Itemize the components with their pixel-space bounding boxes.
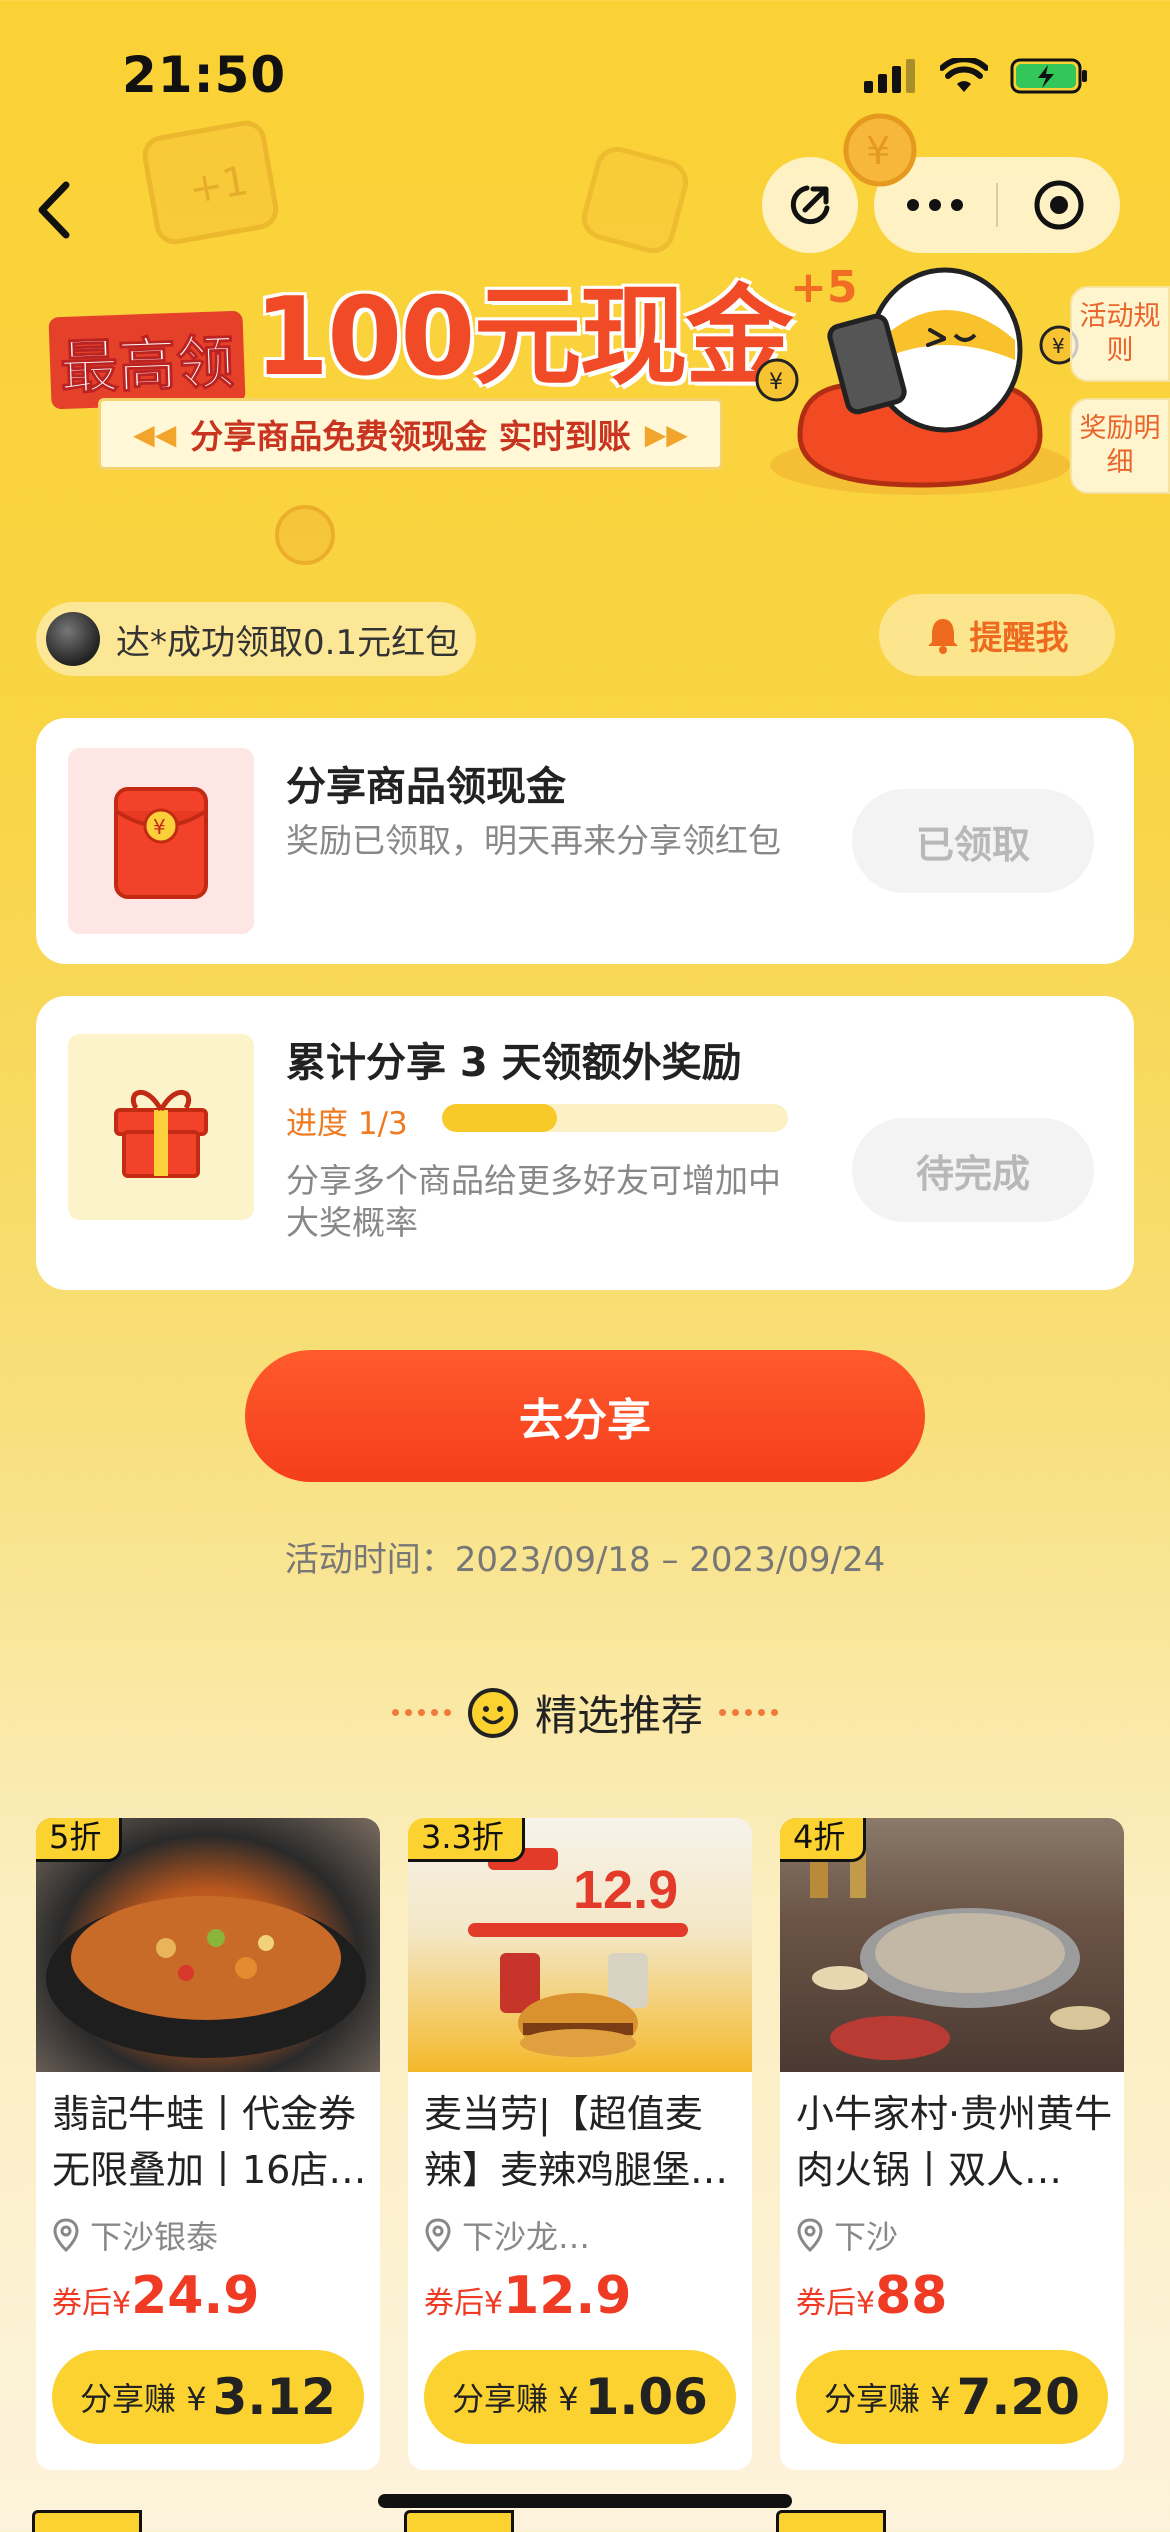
progress-bar bbox=[442, 1104, 788, 1132]
section-header: 精选推荐 bbox=[0, 1682, 1170, 1743]
product-name: 麦当劳|【超值麦辣】麦辣鸡腿堡… bbox=[424, 2092, 729, 2192]
target-icon bbox=[1034, 180, 1084, 230]
coin-top-icon: ¥ bbox=[843, 113, 917, 187]
chevron-left-icon bbox=[38, 181, 70, 239]
hero-title: 最高领 100元现金 bbox=[48, 250, 793, 410]
dots-right-decoration bbox=[719, 1709, 778, 1716]
price-prefix: 券后¥ bbox=[424, 2286, 504, 2321]
next-row-badge bbox=[32, 2510, 142, 2532]
dots-left-decoration bbox=[391, 1709, 451, 1716]
home-indicator bbox=[378, 2494, 792, 2508]
bell-icon bbox=[927, 619, 958, 654]
task-desc: 分享多个商品给更多好友可增加中大奖概率 bbox=[286, 1161, 781, 1242]
product-card[interactable]: 5折 翡記牛蛙丨代金券无限叠加丨16店… 下沙银泰 券后¥ 24.9 分享赚 ¥… bbox=[36, 1818, 380, 2470]
earn-label: 分享赚 ¥ bbox=[452, 2380, 579, 2418]
status-time: 21:50 bbox=[122, 46, 287, 104]
remind-me-button[interactable]: 提醒我 bbox=[879, 594, 1115, 676]
location-label: 下沙龙… bbox=[462, 2218, 591, 2256]
svg-text:¥: ¥ bbox=[1052, 334, 1065, 358]
price-prefix: 券后¥ bbox=[52, 2286, 132, 2321]
red-envelope-icon-box: ¥ bbox=[68, 748, 254, 934]
hero-subtitle: 分享商品免费领现金 实时到账 bbox=[190, 417, 631, 456]
calendar-decoration-icon: +1 bbox=[142, 120, 279, 245]
section-title: 精选推荐 bbox=[534, 1691, 703, 1740]
reward-details-tab[interactable]: 奖励明细 bbox=[1070, 398, 1170, 494]
earn-amount: 1.06 bbox=[584, 2368, 708, 2426]
discount-badge: 5折 bbox=[36, 1818, 123, 1862]
progress-label: 进度 1/3 bbox=[286, 1106, 408, 1142]
more-button[interactable] bbox=[874, 199, 996, 211]
share-icon bbox=[790, 185, 830, 225]
product-price: 券后¥ 88 bbox=[796, 2266, 947, 2326]
coin-bottom-icon bbox=[275, 505, 335, 565]
back-button[interactable] bbox=[30, 175, 90, 245]
product-price: 券后¥ 12.9 bbox=[424, 2266, 631, 2326]
go-share-button[interactable]: 去分享 bbox=[245, 1350, 925, 1482]
discount-badge: 3.3折 bbox=[408, 1818, 525, 1862]
next-row-badge bbox=[776, 2510, 886, 2532]
product-location: 下沙 bbox=[796, 2212, 898, 2258]
hero-title-big: 100元现金 bbox=[254, 275, 793, 400]
hero-title-small: 最高领 bbox=[48, 310, 246, 410]
signal-icon bbox=[864, 59, 915, 93]
product-location: 下沙龙… bbox=[424, 2212, 590, 2258]
product-name: 翡記牛蛙丨代金券无限叠加丨16店… bbox=[52, 2092, 367, 2192]
price-value: 12.9 bbox=[503, 2266, 632, 2326]
earn-amount: 7.20 bbox=[956, 2368, 1080, 2426]
earn-label: 分享赚 ¥ bbox=[824, 2380, 951, 2418]
claimed-button[interactable]: 已领取 bbox=[852, 789, 1094, 893]
avatar bbox=[46, 612, 100, 666]
location-pin-icon bbox=[797, 2218, 823, 2252]
image-price-text: 12.9 bbox=[573, 1860, 678, 1920]
product-name: 小牛家村·贵州黄牛肉火锅丨双人… bbox=[796, 2092, 1113, 2192]
pending-button[interactable]: 待完成 bbox=[852, 1118, 1094, 1222]
smile-icon bbox=[467, 1687, 518, 1738]
share-earn-button[interactable]: 分享赚 ¥ 1.06 bbox=[424, 2350, 736, 2444]
task-card-share: ¥ 分享商品领现金 奖励已领取，明天再来分享领红包 已领取 bbox=[36, 718, 1134, 964]
task-desc: 奖励已领取，明天再来分享领红包 bbox=[286, 821, 781, 860]
task-title: 累计分享 3 天领额外奖励 bbox=[286, 1040, 742, 1086]
product-card[interactable]: 4折 小牛家村·贵州黄牛肉火锅丨双人… 下沙 券后¥ 88 分享赚 ¥ 7.20 bbox=[780, 1818, 1124, 2470]
product-price: 券后¥ 24.9 bbox=[52, 2266, 259, 2326]
coin-decoration-icon bbox=[581, 146, 689, 254]
status-icons bbox=[864, 56, 1090, 96]
share-earn-button[interactable]: 分享赚 ¥ 3.12 bbox=[52, 2350, 364, 2444]
winner-ticker: 达*成功领取0.1元红包 bbox=[36, 602, 476, 676]
location-label: 下沙 bbox=[834, 2218, 899, 2256]
location-pin-icon bbox=[53, 2218, 79, 2252]
progress-bar-fill bbox=[442, 1104, 558, 1132]
red-envelope-icon: ¥ bbox=[114, 787, 208, 899]
gift-icon-box bbox=[68, 1034, 254, 1220]
task-title: 分享商品领现金 bbox=[286, 764, 566, 810]
price-prefix: 券后¥ bbox=[796, 2286, 876, 2321]
share-earn-button[interactable]: 分享赚 ¥ 7.20 bbox=[796, 2350, 1108, 2444]
discount-badge: 4折 bbox=[780, 1818, 867, 1862]
next-row-badge bbox=[404, 2510, 514, 2532]
svg-text:¥: ¥ bbox=[769, 370, 783, 395]
activity-rules-tab[interactable]: 活动规则 bbox=[1070, 286, 1170, 382]
remind-me-label: 提醒我 bbox=[969, 618, 1069, 657]
close-miniprogram-button[interactable] bbox=[998, 179, 1120, 231]
location-label: 下沙银泰 bbox=[90, 2218, 219, 2256]
double-arrow-left-icon: ◀◀ bbox=[133, 417, 177, 451]
mascot-illustration bbox=[770, 267, 1070, 495]
price-value: 24.9 bbox=[131, 2266, 260, 2326]
ticker-text: 达*成功领取0.1元红包 bbox=[116, 622, 460, 663]
earn-label: 分享赚 ¥ bbox=[80, 2380, 207, 2418]
wifi-icon bbox=[940, 58, 988, 92]
product-card[interactable]: 12.9 3.3折 麦当劳|【超值麦辣】麦辣鸡腿堡… 下沙龙… 券后¥ 12.9… bbox=[408, 1818, 752, 2470]
gift-icon bbox=[114, 1089, 208, 1178]
product-location: 下沙银泰 bbox=[52, 2212, 218, 2258]
price-value: 88 bbox=[875, 2266, 948, 2326]
activity-period: 活动时间：2023/09/18 – 2023/09/24 bbox=[284, 1540, 886, 1580]
battery-icon bbox=[1010, 58, 1087, 94]
earn-amount: 3.12 bbox=[212, 2368, 336, 2426]
coin-left-icon: ¥ bbox=[755, 358, 799, 402]
double-arrow-right-icon: ▶▶ bbox=[644, 417, 688, 451]
hero-subtitle-strip: ◀◀ 分享商品免费领现金 实时到账 ▶▶ bbox=[98, 398, 723, 470]
svg-text:¥: ¥ bbox=[866, 129, 890, 173]
task-card-streak: 累计分享 3 天领额外奖励 进度 1/3 分享多个商品给更多好友可增加中大奖概率… bbox=[36, 996, 1134, 1290]
location-pin-icon bbox=[425, 2218, 451, 2252]
svg-text:¥: ¥ bbox=[153, 815, 166, 839]
